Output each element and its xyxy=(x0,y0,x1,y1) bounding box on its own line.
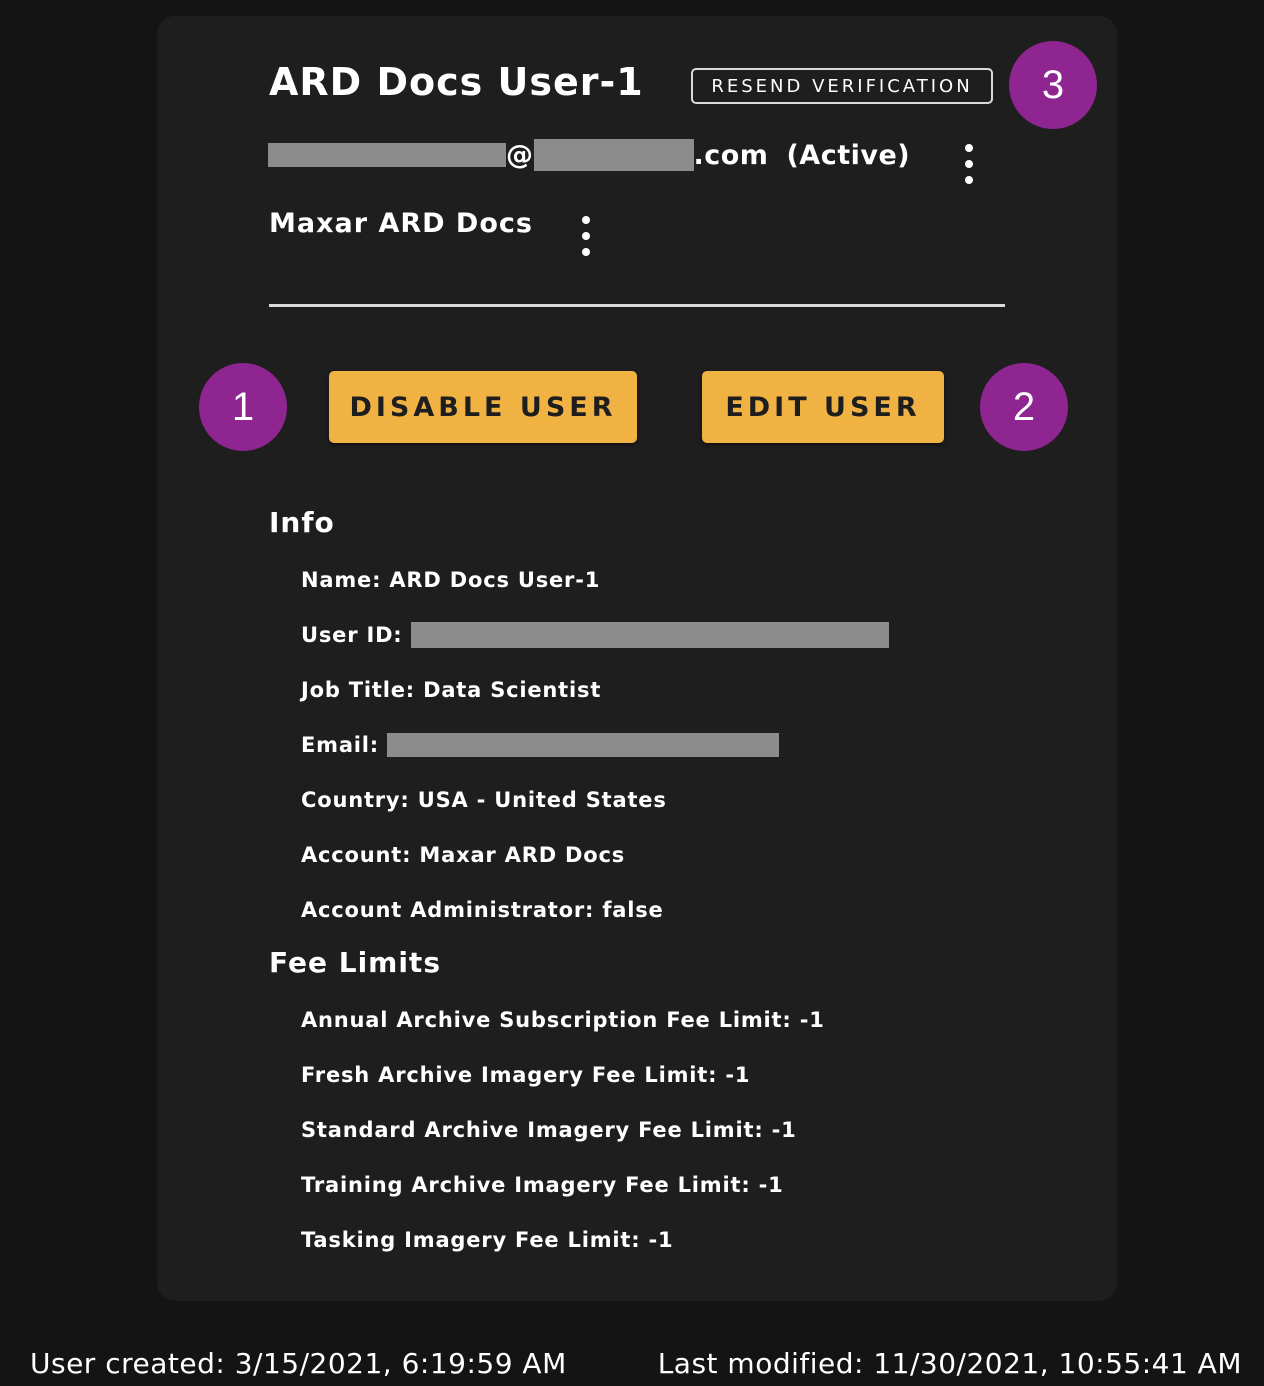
info-country: Country: USA - United States xyxy=(301,788,667,812)
user-created-timestamp: User created: 3/15/2021, 6:19:59 AM xyxy=(30,1347,567,1380)
email-suffix: .com xyxy=(693,139,769,171)
info-user-id-label: User ID: xyxy=(301,623,403,647)
fee-limit-item: Fresh Archive Imagery Fee Limit: -1 xyxy=(301,1063,751,1087)
redacted-email-domain xyxy=(533,139,694,171)
section-divider xyxy=(269,304,1005,307)
redacted-email-local xyxy=(268,143,506,167)
last-modified-timestamp: Last modified: 11/30/2021, 10:55:41 AM xyxy=(657,1347,1242,1380)
fee-limits-section-title: Fee Limits xyxy=(269,946,441,979)
info-user-id: User ID: xyxy=(301,620,889,650)
callout-badge-3: 3 xyxy=(1009,41,1097,129)
user-title: ARD Docs User-1 xyxy=(269,60,644,104)
user-email-row: @ .com (Active) xyxy=(268,137,910,173)
user-more-options-icon[interactable] xyxy=(959,144,979,184)
edit-user-button[interactable]: EDIT USER xyxy=(702,371,944,443)
redacted-user-id xyxy=(410,622,889,648)
info-email: Email: xyxy=(301,730,779,760)
account-more-options-icon[interactable] xyxy=(576,216,596,256)
info-section-title: Info xyxy=(269,506,335,539)
fee-limit-item: Standard Archive Imagery Fee Limit: -1 xyxy=(301,1118,797,1142)
callout-badge-2: 2 xyxy=(980,363,1068,451)
info-job-title: Job Title: Data Scientist xyxy=(301,678,602,702)
account-name: Maxar ARD Docs xyxy=(269,208,533,239)
info-name: Name: ARD Docs User-1 xyxy=(301,568,601,592)
info-account: Account: Maxar ARD Docs xyxy=(301,843,626,867)
email-at-sign: @ xyxy=(506,139,534,171)
callout-badge-1: 1 xyxy=(199,363,287,451)
fee-limit-item: Training Archive Imagery Fee Limit: -1 xyxy=(301,1173,784,1197)
resend-verification-button[interactable]: RESEND VERIFICATION xyxy=(691,68,993,104)
fee-limit-item: Annual Archive Subscription Fee Limit: -… xyxy=(301,1008,825,1032)
user-details-card: ARD Docs User-1 RESEND VERIFICATION 3 @ … xyxy=(157,16,1117,1301)
info-email-label: Email: xyxy=(301,733,379,757)
user-status: (Active) xyxy=(786,139,911,171)
fee-limit-item: Tasking Imagery Fee Limit: -1 xyxy=(301,1228,674,1252)
disable-user-button[interactable]: DISABLE USER xyxy=(329,371,637,443)
info-account-administrator: Account Administrator: false xyxy=(301,898,664,922)
redacted-email xyxy=(387,733,779,757)
